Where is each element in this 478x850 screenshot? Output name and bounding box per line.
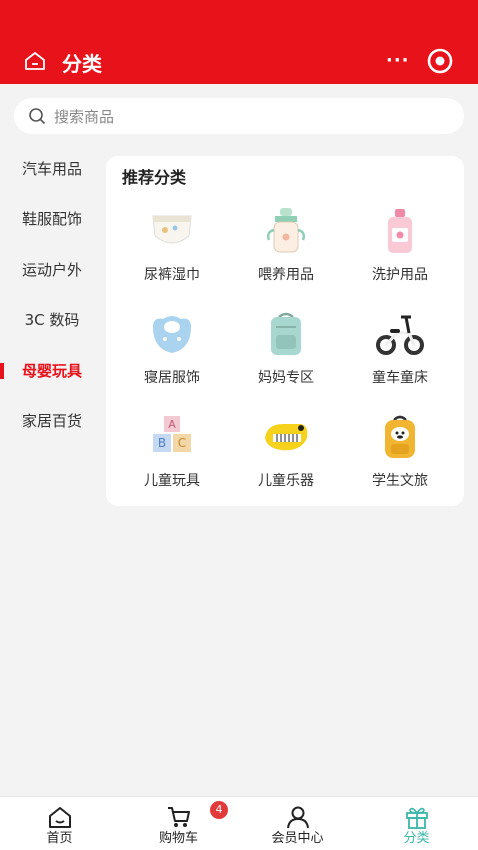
search-area: 搜索商品	[0, 84, 478, 144]
sidebar-item-baby-toys[interactable]: 母婴玩具	[0, 346, 104, 396]
recommend-title: 推荐分类	[122, 168, 187, 187]
tab-home[interactable]: 首页	[0, 797, 119, 850]
tab-member[interactable]: 会员中心	[238, 797, 357, 850]
search-input[interactable]: 搜索商品	[14, 98, 464, 134]
bottom-tab-bar: 首页 购物车 4 会员中心 分类	[0, 796, 478, 850]
tab-category[interactable]: 分类	[357, 797, 476, 850]
balance-bike-icon	[376, 315, 424, 355]
recommend-card: 推荐分类 尿裤湿巾 喂养用品 洗护用品 寝居服饰 妈妈专区 童车童床 A B C…	[106, 156, 464, 506]
active-indicator	[0, 363, 4, 379]
category-sleepwear[interactable]: 寝居服饰	[122, 309, 222, 405]
diaper-icon	[152, 215, 192, 244]
category-diapers[interactable]: 尿裤湿巾	[122, 206, 222, 302]
category-school[interactable]: 学生文旅	[350, 412, 450, 508]
sidebar-item-digital[interactable]: 3C 数码	[0, 295, 104, 345]
toy-piano-icon	[265, 424, 308, 451]
category-content: 推荐分类 尿裤湿巾 喂养用品 洗护用品 寝居服饰 妈妈专区 童车童床 A B C…	[104, 144, 478, 796]
svg-text:A: A	[168, 418, 176, 431]
school-bag-icon	[385, 415, 415, 458]
target-icon[interactable]	[426, 47, 454, 75]
home-icon	[49, 807, 71, 828]
category-sidebar: 汽车用品 鞋服配饰 运动户外 3C 数码 母婴玩具 家居百货	[0, 144, 104, 796]
baby-bottle-icon	[266, 208, 306, 253]
lotion-bottle-icon	[388, 209, 412, 253]
cart-count-badge: 4	[210, 801, 228, 819]
page-title: 分类	[62, 52, 102, 76]
sidebar-item-sports[interactable]: 运动户外	[0, 245, 104, 295]
user-icon	[287, 806, 309, 829]
category-instruments[interactable]: 儿童乐器	[236, 412, 336, 508]
baby-bib-icon	[153, 316, 191, 353]
category-mom-zone[interactable]: 妈妈专区	[236, 309, 336, 405]
category-washcare[interactable]: 洗护用品	[350, 206, 450, 302]
category-feeding[interactable]: 喂养用品	[236, 206, 336, 302]
gift-icon	[406, 807, 428, 829]
search-placeholder: 搜索商品	[54, 108, 115, 126]
home-icon[interactable]	[24, 51, 46, 71]
sidebar-item-apparel[interactable]: 鞋服配饰	[0, 194, 104, 244]
top-header: 分类 ···	[0, 0, 478, 84]
abc-blocks-icon: A B C	[153, 416, 191, 452]
cart-icon	[168, 807, 190, 827]
search-icon	[29, 108, 46, 125]
category-toys[interactable]: A B C 儿童玩具	[122, 412, 222, 508]
backpack-icon	[271, 312, 301, 355]
sidebar-item-home[interactable]: 家居百货	[0, 396, 104, 446]
category-strollers[interactable]: 童车童床	[350, 309, 450, 405]
sidebar-item-auto[interactable]: 汽车用品	[0, 144, 104, 194]
svg-text:C: C	[178, 436, 186, 450]
svg-text:B: B	[158, 436, 166, 450]
more-icon[interactable]: ···	[386, 51, 410, 71]
